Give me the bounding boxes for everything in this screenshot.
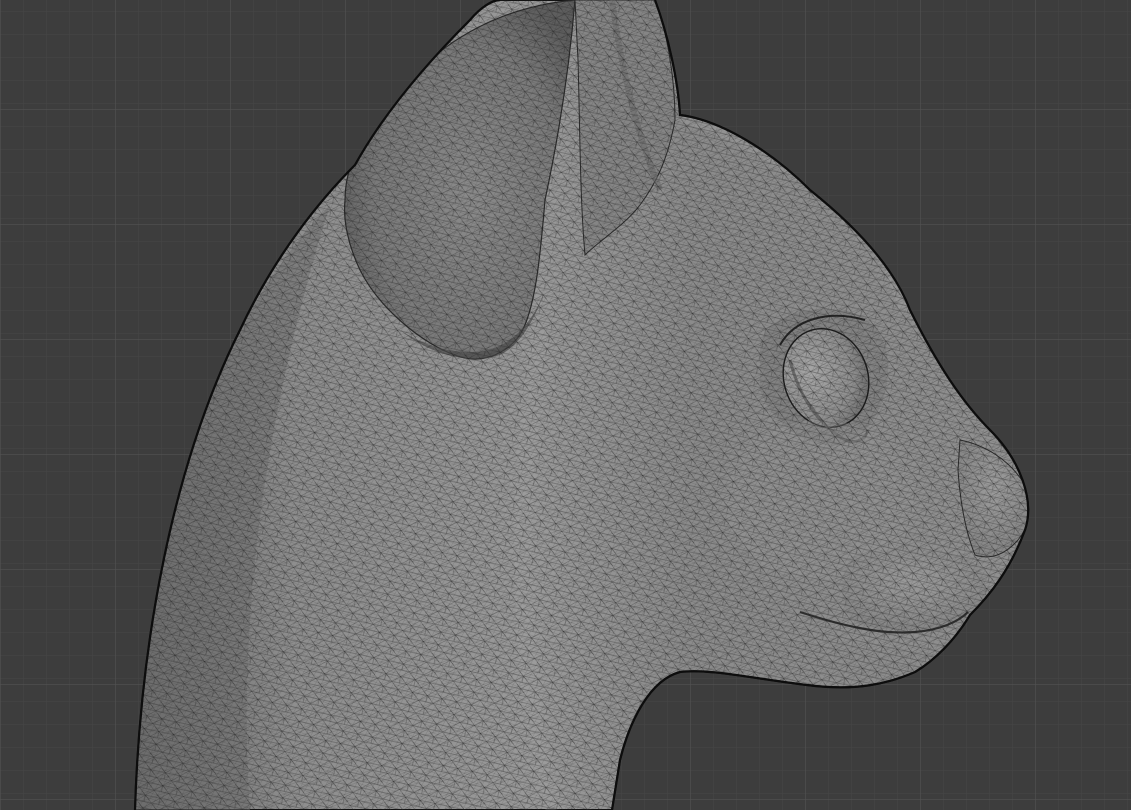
3d-viewport[interactable]	[0, 0, 1131, 810]
viewport-canvas[interactable]	[0, 0, 1131, 810]
